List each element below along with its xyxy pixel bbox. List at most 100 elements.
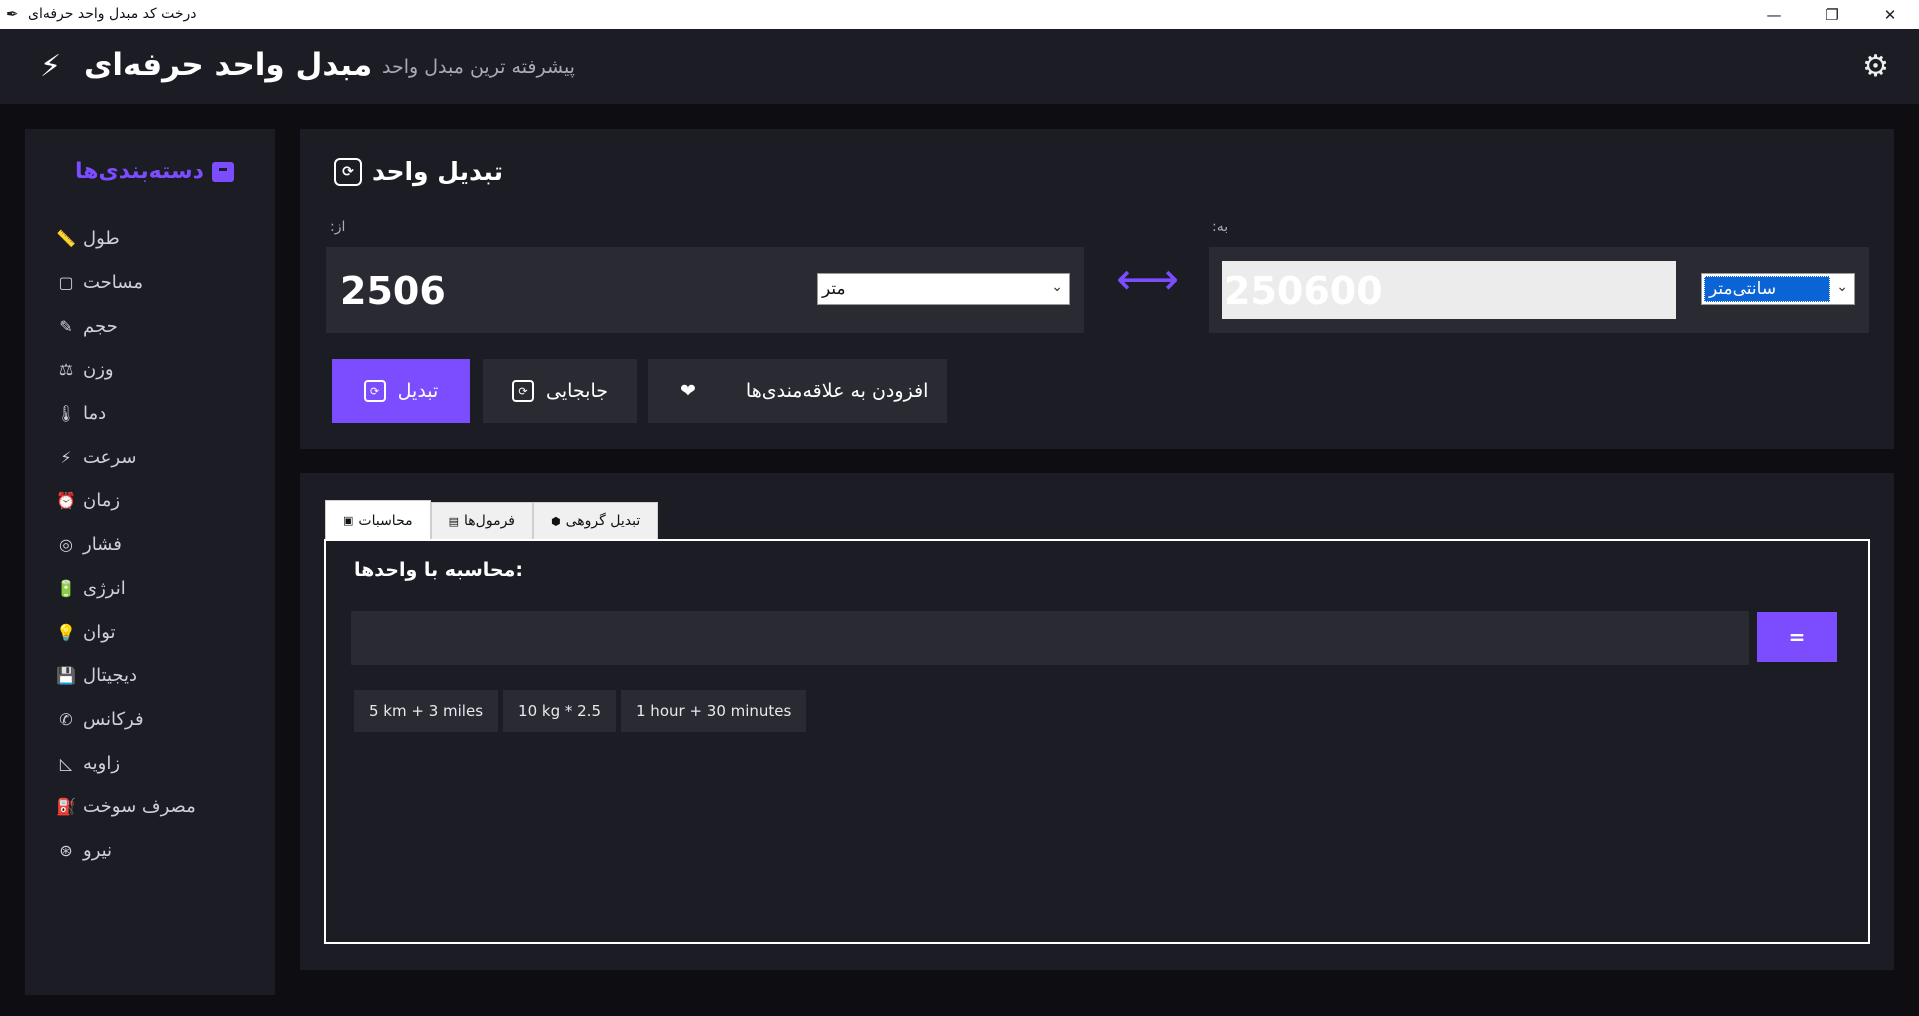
app-brand-title: مبدل واحد حرفه‌ای bbox=[84, 47, 373, 83]
sidebar-item[interactable]: 🔋 انرژی bbox=[55, 567, 196, 611]
sidebar-item[interactable]: ⊛ نیرو bbox=[55, 829, 196, 873]
chevron-down-icon: ⌄ bbox=[1836, 279, 1848, 295]
tab-icon: ⬢ bbox=[550, 514, 561, 528]
sidebar-item[interactable]: ✆ فرکانس bbox=[55, 698, 196, 742]
ruler-icon: 📏 bbox=[56, 229, 76, 249]
to-unit-select[interactable]: سانتی‌متر ⌄ bbox=[1701, 273, 1855, 305]
sidebar-item[interactable]: 💾 دیجیتال bbox=[55, 654, 196, 698]
refresh-icon: ⟳ bbox=[334, 157, 362, 186]
sidebar-item[interactable]: ⛽ مصرف سوخت bbox=[55, 785, 196, 829]
heart-icon: ❤ bbox=[680, 380, 696, 402]
sidebar-item[interactable]: ◎ فشار bbox=[55, 523, 196, 567]
categories-sidebar: دسته‌بندی‌ها 📏 طول ▢ مساحت ✎ حجم ⚖ وزن 🌡 دما ⚡ سرعت… bbox=[25, 129, 275, 995]
satellite-dish-icon: ✆ bbox=[59, 709, 73, 729]
tab[interactable]: ⬢ تبدیل گروهی bbox=[532, 502, 659, 540]
sidebar-item[interactable]: ▢ مساحت bbox=[55, 261, 196, 305]
refresh-icon: ⟳ bbox=[363, 380, 386, 402]
sidebar-item-label: فشار bbox=[83, 534, 122, 556]
app-header: ⚡ مبدل واحد حرفه‌ای پیشرفته ترین مبدل وا… bbox=[0, 29, 1919, 104]
sidebar-item[interactable]: 💡 توان bbox=[55, 610, 196, 654]
scale-icon: ⚖ bbox=[58, 360, 74, 380]
feather-icon: ✒ bbox=[6, 5, 19, 23]
square-icon: ▢ bbox=[58, 273, 74, 293]
converter-card: ⟳ تبدیل واحد :از :به 2506 متر ⌄ ⟷ 250600… bbox=[300, 129, 1894, 449]
sidebar-item[interactable]: 🌡 دما bbox=[55, 392, 196, 436]
swap-button[interactable]: ⟳ جابجایی bbox=[483, 359, 637, 423]
sidebar-item-label: نیرو bbox=[83, 839, 113, 861]
equals-button[interactable]: = bbox=[1757, 612, 1837, 662]
sidebar-item-label: طول bbox=[83, 228, 120, 250]
minimize-button[interactable]: — bbox=[1745, 0, 1803, 29]
gauge-icon: ◎ bbox=[59, 535, 73, 555]
sidebar-item-label: مصرف سوخت bbox=[83, 796, 196, 818]
floppy-disk-icon: 💾 bbox=[56, 666, 76, 686]
tab-bar: ▣ محاسبات ▤ فرمول‌ها ⬢ تبدیل گروهی bbox=[325, 500, 659, 540]
tab-icon: ▤ bbox=[448, 514, 460, 528]
sidebar-item[interactable]: ✎ حجم bbox=[55, 304, 196, 348]
tools-panel: ▣ محاسبات ▤ فرمول‌ها ⬢ تبدیل گروهی محاسبه با … bbox=[300, 473, 1894, 970]
sidebar-item-label: زمان bbox=[83, 490, 121, 512]
add-favorite-button[interactable]: ❤ افزودن به علاقه‌مندی‌ها bbox=[648, 359, 947, 423]
close-button[interactable]: ✕ bbox=[1861, 0, 1919, 29]
result-field: 250600 bbox=[1222, 261, 1676, 319]
sidebar-item-label: مساحت bbox=[83, 272, 143, 294]
alarm-clock-icon: ⏰ bbox=[56, 491, 76, 511]
expression-input[interactable] bbox=[351, 611, 1749, 665]
from-unit-select[interactable]: متر ⌄ bbox=[817, 273, 1070, 305]
sidebar-item-label: دیجیتال bbox=[83, 665, 138, 687]
force-icon: ⊛ bbox=[59, 840, 73, 860]
tab[interactable]: ▤ فرمول‌ها bbox=[430, 502, 533, 540]
example-chip[interactable]: 10 kg * 2.5 bbox=[503, 690, 616, 732]
tab-icon: ▣ bbox=[343, 514, 354, 527]
thermometer-icon: 🌡 bbox=[55, 404, 77, 424]
swap-arrow-icon: ⟷ bbox=[1116, 254, 1180, 305]
lightbulb-icon: 💡 bbox=[56, 622, 76, 642]
sidebar-item-label: انرژی bbox=[83, 577, 126, 599]
sidebar-item-label: سرعت bbox=[83, 446, 137, 468]
gear-icon[interactable]: ⚙ bbox=[1862, 49, 1889, 84]
from-field-container: 2506 متر ⌄ bbox=[326, 247, 1084, 333]
sidebar-item-label: فرکانس bbox=[83, 708, 144, 730]
sidebar-item[interactable]: 📏 طول bbox=[55, 217, 196, 261]
tab[interactable]: ▣ محاسبات bbox=[325, 500, 431, 540]
category-list: 📏 طول ▢ مساحت ✎ حجم ⚖ وزن 🌡 دما ⚡ سرعت ⏰ زمان ◎ فشار 🔋 ان… bbox=[55, 217, 196, 872]
sidebar-item-label: وزن bbox=[83, 359, 114, 381]
sidebar-item-label: حجم bbox=[83, 315, 118, 337]
sidebar-item-label: زاویه bbox=[83, 752, 121, 774]
tab-label: محاسبات bbox=[358, 512, 413, 529]
window-titlebar: ✒ درخت کد مبدل واحد حرفه‌ای — ❐ ✕ bbox=[0, 0, 1919, 29]
sidebar-item[interactable]: ⏰ زمان bbox=[55, 479, 196, 523]
refresh-icon: ⟳ bbox=[511, 380, 534, 402]
converter-title: ⟳ تبدیل واحد bbox=[334, 157, 503, 186]
sidebar-item[interactable]: ⚡ سرعت bbox=[55, 435, 196, 479]
flask-icon: ✎ bbox=[59, 316, 73, 336]
app-tagline: پیشرفته ترین مبدل واحد bbox=[382, 56, 575, 78]
package-icon bbox=[211, 161, 234, 182]
triangle-ruler-icon: ◺ bbox=[59, 753, 73, 773]
to-field-container: 250600 سانتی‌متر ⌄ bbox=[1209, 247, 1869, 333]
from-value-input[interactable]: 2506 bbox=[340, 269, 446, 313]
calculation-tab-content: محاسبه با واحدها: = 5 km + 3 miles 10 kg … bbox=[324, 539, 1870, 944]
example-list: 5 km + 3 miles 10 kg * 2.5 1 hour + 30 min… bbox=[354, 690, 807, 732]
example-chip[interactable]: 1 hour + 30 minutes bbox=[621, 690, 807, 732]
window-controls: — ❐ ✕ bbox=[1745, 0, 1919, 29]
tab-label: تبدیل گروهی bbox=[565, 513, 641, 529]
restore-button[interactable]: ❐ bbox=[1803, 0, 1861, 29]
lightning-icon: ⚡ bbox=[60, 447, 72, 467]
sidebar-item-label: توان bbox=[83, 621, 116, 643]
tab-label: فرمول‌ها bbox=[464, 513, 515, 529]
to-label: :به bbox=[1212, 219, 1229, 235]
fuel-pump-icon: ⛽ bbox=[56, 797, 76, 817]
result-value: 250600 bbox=[1224, 269, 1383, 313]
sidebar-item-label: دما bbox=[83, 403, 107, 425]
calculation-heading: محاسبه با واحدها: bbox=[354, 559, 523, 581]
sidebar-item[interactable]: ◺ زاویه bbox=[55, 741, 196, 785]
battery-icon: 🔋 bbox=[56, 578, 76, 598]
window-title: درخت کد مبدل واحد حرفه‌ای bbox=[28, 6, 197, 22]
convert-button[interactable]: ⟳ تبدیل bbox=[332, 359, 470, 423]
example-chip[interactable]: 5 km + 3 miles bbox=[354, 690, 499, 732]
from-label: :از bbox=[330, 219, 346, 235]
sidebar-item[interactable]: ⚖ وزن bbox=[55, 348, 196, 392]
lightning-icon: ⚡ bbox=[40, 49, 62, 84]
chevron-down-icon: ⌄ bbox=[1051, 279, 1063, 295]
